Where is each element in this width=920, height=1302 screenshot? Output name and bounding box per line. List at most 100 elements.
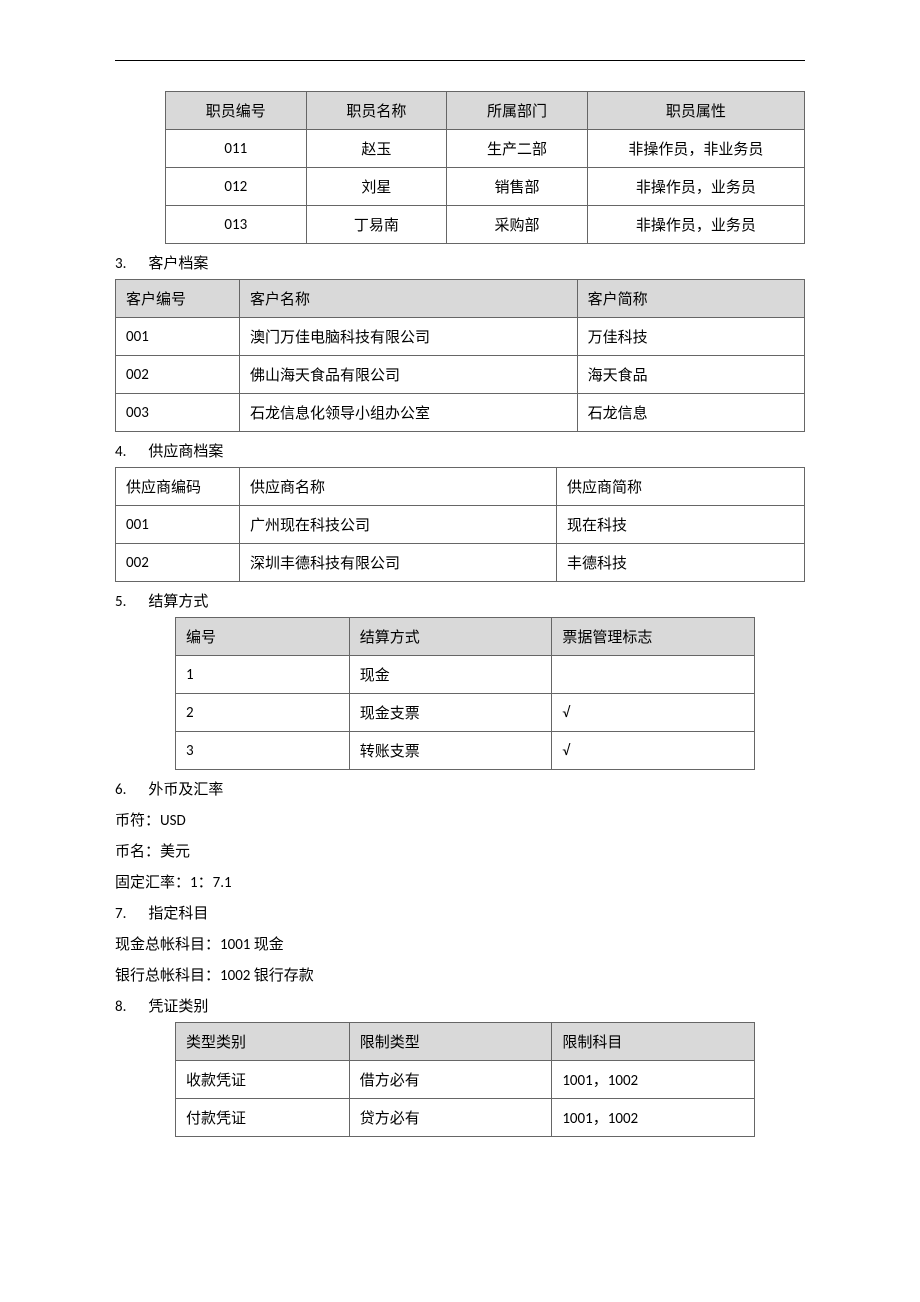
section-title: 指定科目 (148, 905, 208, 923)
col-header: 限制类型 (349, 1023, 552, 1061)
col-header: 职员编号 (166, 92, 307, 130)
supplier-table: 供应商编码 供应商名称 供应商简称 001 广州现在科技公司 现在科技 002 … (115, 467, 805, 582)
cell: 采购部 (447, 206, 588, 244)
cell: √ (552, 694, 755, 732)
cell: 付款凭证 (176, 1099, 350, 1137)
col-header: 客户简称 (577, 280, 804, 318)
col-header: 结算方式 (349, 618, 552, 656)
cell: 石龙信息化领导小组办公室 (240, 394, 578, 432)
cell: 深圳丰德科技有限公司 (240, 544, 557, 582)
table-header-row: 编号 结算方式 票据管理标志 (176, 618, 755, 656)
cell: 002 (116, 356, 240, 394)
section-number: 4. (115, 443, 145, 461)
section-number: 3. (115, 255, 145, 273)
table-row: 013 丁易南 采购部 非操作员，业务员 (166, 206, 805, 244)
cell: 现金 (349, 656, 552, 694)
cell: 现金支票 (349, 694, 552, 732)
cell: 收款凭证 (176, 1061, 350, 1099)
page-header-divider (115, 60, 805, 61)
table-row: 002 深圳丰德科技有限公司 丰德科技 (116, 544, 805, 582)
cell: 赵玉 (306, 130, 447, 168)
cell: 002 (116, 544, 240, 582)
settlement-table: 编号 结算方式 票据管理标志 1 现金 2 现金支票 √ 3 转账支票 √ (175, 617, 755, 770)
table-row: 001 广州现在科技公司 现在科技 (116, 506, 805, 544)
cell: 海天食品 (577, 356, 804, 394)
col-header: 客户编号 (116, 280, 240, 318)
cell: 丁易南 (306, 206, 447, 244)
cell: 2 (176, 694, 350, 732)
table-row: 付款凭证 贷方必有 1001，1002 (176, 1099, 755, 1137)
cell: 003 (116, 394, 240, 432)
section-heading-4: 4. 供应商档案 (115, 440, 805, 461)
col-header: 类型类别 (176, 1023, 350, 1061)
table-header-row: 供应商编码 供应商名称 供应商简称 (116, 468, 805, 506)
cell: 生产二部 (447, 130, 588, 168)
cell: 1001，1002 (552, 1099, 755, 1137)
col-header: 票据管理标志 (552, 618, 755, 656)
employee-table: 职员编号 职员名称 所属部门 职员属性 011 赵玉 生产二部 非操作员，非业务… (165, 91, 805, 244)
table-row: 001 澳门万佳电脑科技有限公司 万佳科技 (116, 318, 805, 356)
col-header: 职员属性 (587, 92, 804, 130)
table-row: 003 石龙信息化领导小组办公室 石龙信息 (116, 394, 805, 432)
cell: 1001，1002 (552, 1061, 755, 1099)
section-heading-8: 8. 凭证类别 (115, 995, 805, 1016)
cell: 非操作员，业务员 (587, 168, 804, 206)
cell: 001 (116, 318, 240, 356)
section-heading-6: 6. 外币及汇率 (115, 778, 805, 799)
col-header: 供应商简称 (556, 468, 804, 506)
section-title: 客户档案 (148, 255, 208, 273)
col-header: 限制科目 (552, 1023, 755, 1061)
cell: 013 (166, 206, 307, 244)
cell: 转账支票 (349, 732, 552, 770)
col-header: 供应商名称 (240, 468, 557, 506)
table-row: 收款凭证 借方必有 1001，1002 (176, 1061, 755, 1099)
section-number: 7. (115, 905, 145, 923)
cell: 澳门万佳电脑科技有限公司 (240, 318, 578, 356)
cell: 011 (166, 130, 307, 168)
cash-account-line: 现金总帐科目：1001 现金 (115, 933, 805, 954)
table-row: 1 现金 (176, 656, 755, 694)
col-header: 所属部门 (447, 92, 588, 130)
cell: 石龙信息 (577, 394, 804, 432)
section-title: 结算方式 (148, 593, 208, 611)
cell: 丰德科技 (556, 544, 804, 582)
cell: 非操作员，业务员 (587, 206, 804, 244)
cell: 3 (176, 732, 350, 770)
cell: 1 (176, 656, 350, 694)
cell: 现在科技 (556, 506, 804, 544)
section-heading-3: 3. 客户档案 (115, 252, 805, 273)
table-header-row: 职员编号 职员名称 所属部门 职员属性 (166, 92, 805, 130)
section-title: 外币及汇率 (148, 781, 223, 799)
cell: 借方必有 (349, 1061, 552, 1099)
customer-table: 客户编号 客户名称 客户简称 001 澳门万佳电脑科技有限公司 万佳科技 002… (115, 279, 805, 432)
table-row: 3 转账支票 √ (176, 732, 755, 770)
table-row: 002 佛山海天食品有限公司 海天食品 (116, 356, 805, 394)
col-header: 职员名称 (306, 92, 447, 130)
cell: √ (552, 732, 755, 770)
cell: 佛山海天食品有限公司 (240, 356, 578, 394)
col-header: 编号 (176, 618, 350, 656)
col-header: 供应商编码 (116, 468, 240, 506)
section-number: 5. (115, 593, 145, 611)
cell: 001 (116, 506, 240, 544)
bank-account-line: 银行总帐科目：1002 银行存款 (115, 964, 805, 985)
section-number: 8. (115, 998, 145, 1016)
cell: 广州现在科技公司 (240, 506, 557, 544)
table-header-row: 客户编号 客户名称 客户简称 (116, 280, 805, 318)
cell: 刘星 (306, 168, 447, 206)
cell: 万佳科技 (577, 318, 804, 356)
table-header-row: 类型类别 限制类型 限制科目 (176, 1023, 755, 1061)
cell: 销售部 (447, 168, 588, 206)
table-row: 2 现金支票 √ (176, 694, 755, 732)
currency-name-line: 币名：美元 (115, 840, 805, 861)
currency-symbol-line: 币符：USD (115, 809, 805, 830)
cell (552, 656, 755, 694)
cell: 012 (166, 168, 307, 206)
section-title: 供应商档案 (148, 443, 223, 461)
table-row: 011 赵玉 生产二部 非操作员，非业务员 (166, 130, 805, 168)
section-title: 凭证类别 (148, 998, 208, 1016)
cell: 贷方必有 (349, 1099, 552, 1137)
section-heading-5: 5. 结算方式 (115, 590, 805, 611)
voucher-table: 类型类别 限制类型 限制科目 收款凭证 借方必有 1001，1002 付款凭证 … (175, 1022, 755, 1137)
cell: 非操作员，非业务员 (587, 130, 804, 168)
